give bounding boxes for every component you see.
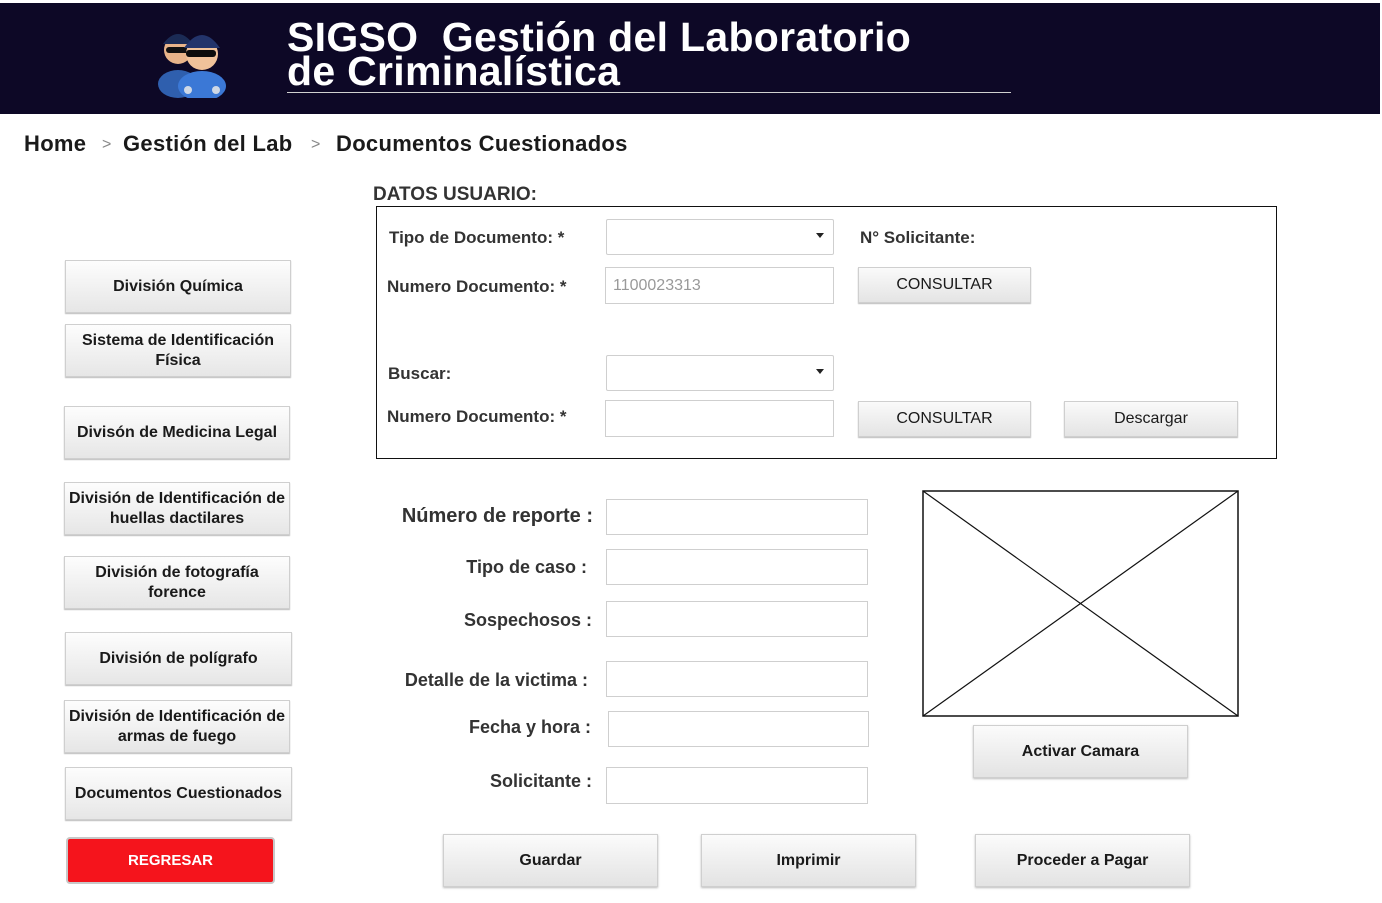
sidebar-item-label: Sistema de Identificación	[81, 331, 275, 349]
breadcrumb-gestion-lab[interactable]: Gestión del Lab	[123, 131, 293, 157]
consultar-button[interactable]: CONSULTAR	[858, 267, 1031, 303]
print-button[interactable]: Imprimir	[701, 834, 916, 887]
sidebar-item-documentos-cuestionados[interactable]: Documentos Cuestionados	[65, 767, 292, 820]
solicitante-label: Solicitante :	[489, 771, 592, 791]
chevron-down-icon	[816, 369, 824, 374]
sidebar-item-huellas[interactable]: División de Identificación de huellas dac…	[64, 482, 290, 535]
tipo-documento-label: Tipo de Documento: *	[389, 228, 565, 247]
buscar-label: Buscar:	[388, 364, 452, 383]
sidebar-item-label: Documentos Cuestionados	[74, 784, 283, 802]
sidebar-item-identificacion-fisica[interactable]: Sistema de Identificación Física	[65, 324, 291, 377]
numero-documento-input[interactable]: 1100023313	[605, 267, 834, 304]
buscar-select[interactable]	[606, 355, 834, 391]
sidebar-item-fotografia[interactable]: División de fotografía forence	[64, 556, 290, 609]
sidebar-item-label: huellas dactilares	[109, 509, 245, 527]
breadcrumb-separator: >	[102, 136, 112, 153]
title-underline	[287, 92, 1011, 93]
police-officer-icon	[158, 34, 226, 98]
numero-reporte-label: Número de reporte :	[401, 505, 593, 527]
sidebar-item-label: Física	[155, 351, 201, 369]
sidebar-item-label: División de fotografía	[95, 563, 259, 581]
section-title: DATOS USUARIO:	[373, 184, 537, 205]
sidebar-item-label: División de Identificación de	[68, 707, 286, 725]
fecha-hora-input[interactable]	[608, 711, 869, 747]
camera-preview-placeholder	[922, 490, 1239, 717]
solicitante-number-label: N° Solicitante:	[860, 228, 976, 247]
activate-camera-button[interactable]: Activar Camara	[973, 725, 1188, 778]
numero-documento-label-2: Numero Documento: *	[387, 407, 567, 426]
breadcrumb-documentos: Documentos Cuestionados	[336, 131, 628, 156]
numero-documento-label: Numero Documento: *	[387, 277, 567, 296]
chevron-down-icon	[816, 233, 824, 238]
app-title: SIGSO Gestión del Laboratorio de Crimina…	[287, 17, 911, 92]
sidebar-item-label: División Química	[113, 277, 243, 295]
sidebar-item-medicina-legal[interactable]: Divisón de Medicina Legal	[64, 406, 290, 459]
descargar-button[interactable]: Descargar	[1064, 401, 1238, 437]
sidebar-item-label: División de polígrafo	[99, 649, 258, 667]
breadcrumb-separator: >	[311, 136, 321, 153]
numero-documento-input-2[interactable]	[605, 400, 834, 437]
back-button[interactable]: REGRESAR	[66, 837, 275, 884]
fecha-hora-label: Fecha y hora :	[468, 717, 591, 737]
proceed-to-pay-button[interactable]: Proceder a Pagar	[975, 834, 1190, 887]
sidebar-item-label: División de Identificación de	[68, 489, 286, 507]
sidebar-item-label: armas de fuego	[117, 727, 237, 745]
sidebar-item-armas-fuego[interactable]: División de Identificación de armas de fu…	[64, 700, 290, 753]
sidebar-item-quimica[interactable]: División Química	[65, 260, 291, 313]
save-button[interactable]: Guardar	[443, 834, 658, 887]
sidebar-item-label: forence	[148, 583, 206, 601]
detalle-victima-input[interactable]	[606, 661, 868, 697]
tipo-caso-label: Tipo de caso :	[466, 557, 587, 577]
numero-reporte-input[interactable]	[606, 499, 868, 535]
tipo-caso-input[interactable]	[606, 549, 868, 585]
tipo-documento-select[interactable]	[606, 219, 834, 255]
consultar-button-2[interactable]: CONSULTAR	[858, 401, 1031, 437]
sospechosos-label: Sospechosos :	[463, 610, 592, 630]
sidebar-item-label: Divisón de Medicina Legal	[76, 423, 278, 441]
sidebar-item-poligrafo[interactable]: División de polígrafo	[65, 632, 292, 685]
sospechosos-input[interactable]	[606, 601, 868, 637]
breadcrumb-home[interactable]: Home	[24, 131, 86, 157]
detalle-victima-label: Detalle de la victima :	[404, 670, 588, 690]
solicitante-input[interactable]	[606, 767, 868, 804]
